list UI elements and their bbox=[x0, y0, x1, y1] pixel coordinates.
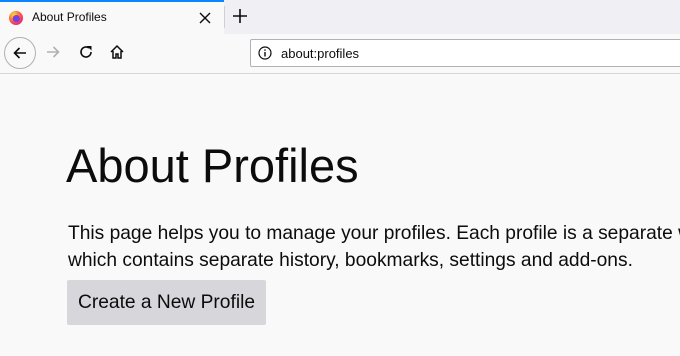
url-text[interactable]: about:profiles bbox=[281, 46, 359, 61]
description-line-2: which contains separate history, bookmar… bbox=[68, 250, 633, 271]
description-line-1: This page helps you to manage your profi… bbox=[68, 223, 680, 244]
page-content: About Profiles This page helps you to ma… bbox=[0, 74, 680, 356]
tab-separator bbox=[224, 6, 225, 28]
info-icon[interactable] bbox=[258, 46, 272, 60]
plus-icon[interactable] bbox=[232, 8, 248, 24]
reload-icon[interactable] bbox=[78, 44, 94, 60]
home-icon[interactable] bbox=[109, 44, 125, 60]
firefox-logo-icon bbox=[9, 11, 23, 25]
back-arrow-icon bbox=[13, 47, 26, 59]
forward-arrow-icon[interactable] bbox=[45, 44, 61, 60]
close-icon[interactable] bbox=[198, 11, 212, 25]
page-title: About Profiles bbox=[66, 139, 359, 192]
tab-about-profiles[interactable]: About Profiles bbox=[0, 0, 224, 34]
create-new-profile-button[interactable]: Create a New Profile bbox=[67, 280, 266, 325]
tab-title: About Profiles bbox=[32, 10, 107, 24]
browser-window: About Profiles about:profiles About Prof… bbox=[0, 0, 680, 356]
back-button[interactable] bbox=[4, 37, 36, 69]
page-description: This page helps you to manage your profi… bbox=[68, 220, 680, 274]
url-bar[interactable]: about:profiles bbox=[250, 39, 680, 67]
navigation-toolbar: about:profiles bbox=[0, 34, 680, 74]
tab-strip: About Profiles bbox=[0, 0, 680, 34]
